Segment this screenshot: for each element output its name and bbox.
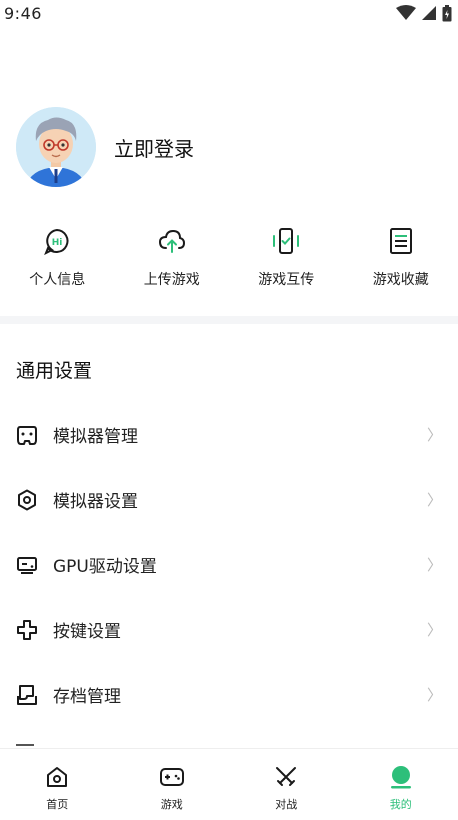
tab-battle[interactable]: 对战 [229, 749, 344, 820]
chevron-right-icon: 〉 [426, 686, 442, 704]
profile-header[interactable]: 立即登录 [16, 107, 194, 187]
gamepad-icon [16, 424, 38, 446]
quick-action-label: 游戏互传 [258, 272, 315, 288]
quick-action-game-favorites[interactable]: 游戏收藏 [344, 226, 458, 289]
status-bar: 9:46 [0, 0, 458, 26]
phone-transfer-icon [271, 226, 301, 256]
settings-item-label: 存档管理 [53, 687, 121, 707]
tab-label: 首页 [46, 798, 69, 811]
tab-games[interactable]: 游戏 [115, 749, 230, 820]
quick-action-game-transfer[interactable]: 游戏互传 [229, 226, 344, 289]
login-link[interactable]: 立即登录 [114, 133, 194, 162]
quick-action-label: 上传游戏 [143, 272, 200, 288]
section-title: 通用设置 [16, 360, 93, 382]
home-icon [44, 764, 70, 790]
tab-home[interactable]: 首页 [0, 749, 115, 820]
settings-item-gpu-driver[interactable]: GPU驱动设置 〉 [0, 532, 458, 597]
quick-actions: Hi 个人信息 上传游戏 游戏互传 游戏收藏 [0, 226, 458, 289]
battery-icon [442, 4, 452, 21]
quick-action-upload-game[interactable]: 上传游戏 [115, 226, 230, 289]
svg-text:Hi: Hi [52, 238, 63, 248]
avatar[interactable] [16, 107, 96, 187]
tab-label: 对战 [275, 798, 298, 811]
quick-action-profile-info[interactable]: Hi 个人信息 [0, 226, 115, 289]
gear-icon [16, 489, 38, 511]
chevron-right-icon: 〉 [426, 491, 442, 509]
settings-item-label: 模拟器设置 [53, 492, 138, 512]
quick-action-label: 个人信息 [29, 272, 86, 288]
cloud-upload-icon [157, 226, 187, 256]
gpu-icon [16, 554, 38, 576]
chevron-right-icon: 〉 [426, 556, 442, 574]
settings-item-key-settings[interactable]: 按键设置 〉 [0, 597, 458, 662]
crossed-swords-icon [273, 764, 299, 790]
status-icons [396, 4, 452, 22]
settings-item-label: GPU驱动设置 [53, 557, 157, 577]
chevron-right-icon: 〉 [426, 621, 442, 639]
list-document-icon [386, 226, 416, 256]
chat-hi-icon: Hi [42, 226, 72, 256]
settings-item-emulator-manage[interactable]: 模拟器管理 〉 [0, 402, 458, 467]
save-tray-icon [16, 684, 38, 706]
settings-item-save-manage[interactable]: 存档管理 〉 [0, 662, 458, 727]
tab-label: 我的 [389, 798, 412, 811]
settings-item-emulator-settings[interactable]: 模拟器设置 〉 [0, 467, 458, 532]
quick-action-label: 游戏收藏 [372, 272, 429, 288]
section-divider [0, 316, 458, 324]
settings-item-label: 模拟器管理 [53, 427, 138, 447]
status-time: 9:46 [4, 3, 42, 23]
avatar-illustration [16, 107, 96, 187]
settings-list: 模拟器管理 〉 模拟器设置 〉 GPU驱动设置 〉 按键设置 〉 存档管理 〉 [0, 402, 458, 727]
chevron-right-icon: 〉 [426, 426, 442, 444]
settings-item-label: 按键设置 [53, 622, 121, 642]
dpad-icon [16, 619, 38, 641]
wifi-icon [396, 5, 416, 20]
signal-icon [422, 6, 436, 20]
profile-icon [388, 764, 414, 790]
game-controller-icon [159, 764, 185, 790]
tab-mine[interactable]: 我的 [344, 749, 458, 820]
tab-label: 游戏 [160, 798, 183, 811]
bottom-tab-bar: 首页 游戏 对战 我的 [0, 748, 458, 820]
